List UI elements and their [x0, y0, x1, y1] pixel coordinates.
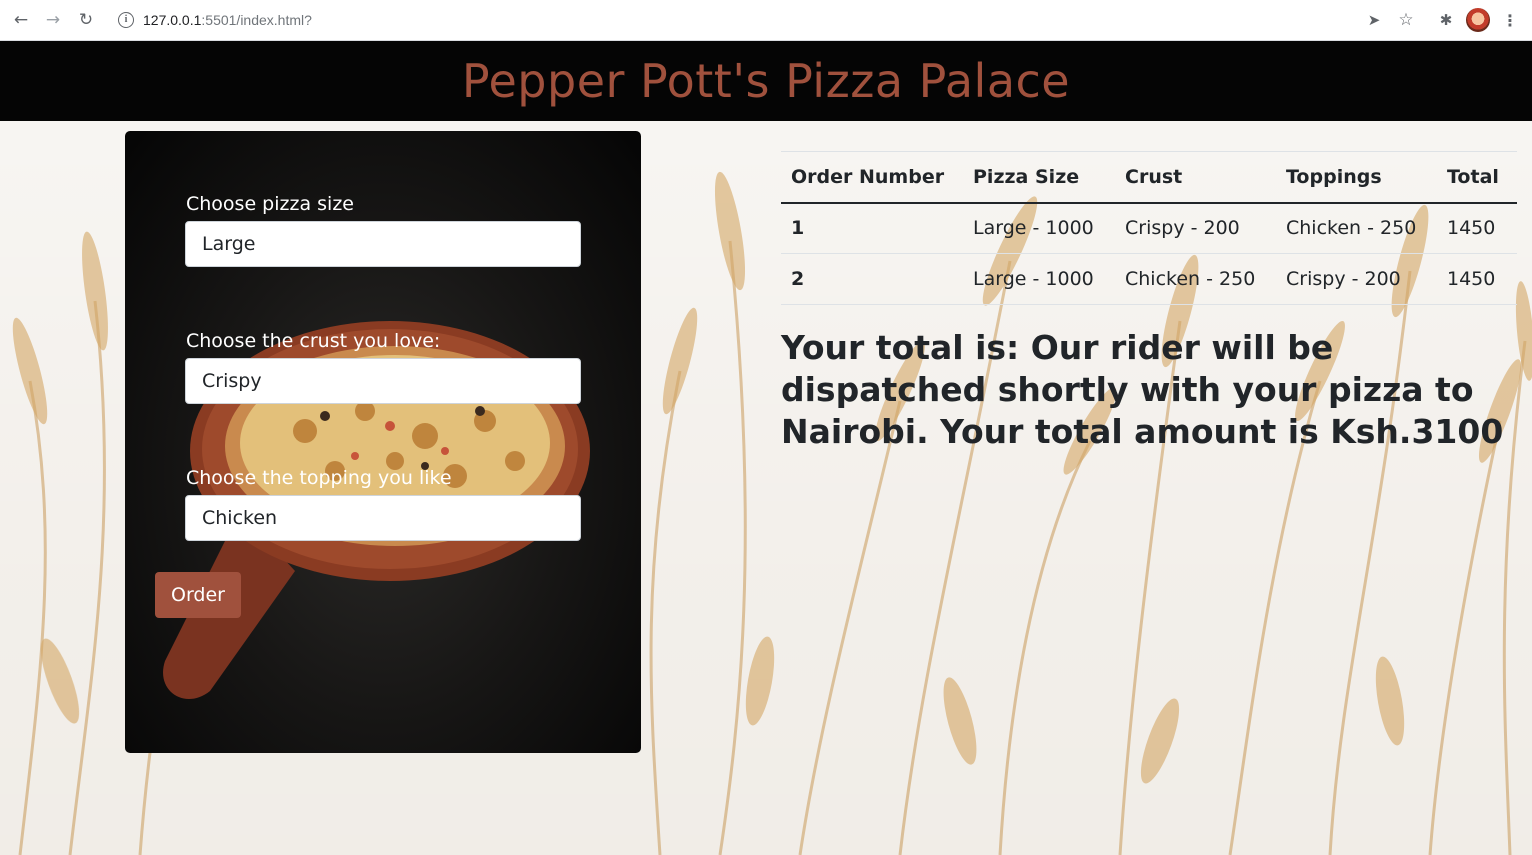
browser-toolbar: ← → ↻ i 127.0.0.1:5501/index.html? ➤ ☆ ✱… [0, 0, 1532, 41]
site-header: Pepper Pott's Pizza Palace [0, 41, 1532, 121]
column-header: Crust [1115, 151, 1276, 204]
reload-icon[interactable]: ↻ [73, 8, 99, 32]
order-button[interactable]: Order [155, 572, 241, 618]
toppings-cell: Chicken - 250 [1276, 202, 1437, 254]
send-tab-icon[interactable]: ➤ [1364, 8, 1384, 32]
total-cell: 1450 [1437, 202, 1517, 254]
order-number-cell: 2 [781, 253, 963, 305]
topping-label: Choose the topping you like [186, 467, 452, 489]
crust-label: Choose the crust you love: [186, 330, 441, 352]
column-header: Pizza Size [963, 151, 1115, 204]
profile-avatar[interactable] [1466, 8, 1490, 32]
info-icon[interactable]: i [118, 12, 134, 28]
column-header: Order Number [781, 151, 963, 204]
size-label: Choose pizza size [186, 193, 354, 215]
extensions-puzzle-icon[interactable]: ✱ [1436, 8, 1456, 32]
kebab-menu-icon[interactable]: ⋮ [1502, 8, 1518, 32]
size-cell: Large - 1000 [963, 202, 1115, 254]
order-number-cell: 1 [781, 202, 963, 254]
crust-cell: Chicken - 250 [1115, 253, 1276, 305]
back-arrow-icon[interactable]: ← [8, 8, 34, 32]
table-row: 1 Large - 1000 Crispy - 200 Chicken - 25… [781, 202, 1517, 254]
url-host: 127.0.0.1 [143, 12, 202, 28]
order-form-card: Choose pizza size Large Choose the crust… [125, 131, 641, 753]
crust-select[interactable]: Crispy [185, 358, 581, 404]
page-body: Pepper Pott's Pizza Palace Choose pizza … [0, 41, 1532, 855]
size-select[interactable]: Large [185, 221, 581, 267]
site-title: Pepper Pott's Pizza Palace [461, 54, 1071, 108]
total-cell: 1450 [1437, 253, 1517, 305]
bookmark-star-icon[interactable]: ☆ [1396, 8, 1416, 32]
address-bar[interactable]: i 127.0.0.1:5501/index.html? [106, 5, 1396, 35]
table-row: 2 Large - 1000 Chicken - 250 Crispy - 20… [781, 253, 1517, 305]
column-header: Total [1437, 151, 1517, 204]
column-header: Toppings [1276, 151, 1437, 204]
toppings-cell: Crispy - 200 [1276, 253, 1437, 305]
crust-cell: Crispy - 200 [1115, 202, 1276, 254]
order-summary-text: Your total is: Our rider will be dispatc… [781, 328, 1504, 451]
url-path: :5501/index.html? [201, 12, 312, 28]
forward-arrow-icon[interactable]: → [40, 8, 66, 32]
url-text[interactable]: 127.0.0.1:5501/index.html? [143, 12, 312, 28]
size-cell: Large - 1000 [963, 253, 1115, 305]
table-header-row: Order Number Pizza Size Crust Toppings T… [781, 151, 1517, 204]
topping-select[interactable]: Chicken [185, 495, 581, 541]
orders-table: Order Number Pizza Size Crust Toppings T… [781, 151, 1517, 305]
